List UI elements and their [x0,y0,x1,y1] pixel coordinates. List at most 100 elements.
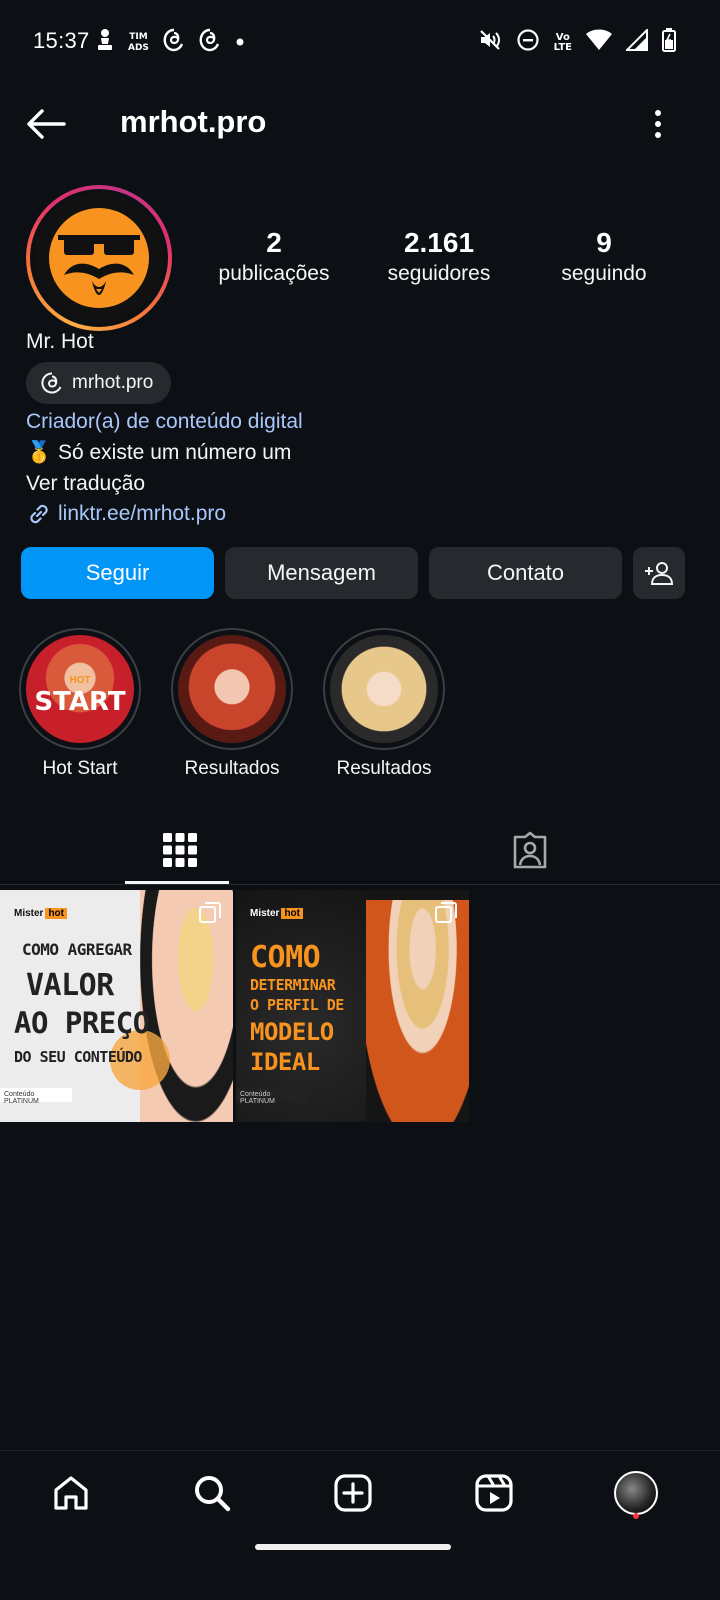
highlight-item[interactable]: HOT START Hot Start [18,628,142,780]
post-brand: Mister hot [14,908,67,919]
highlight-cover [178,635,286,743]
stat-posts-value: 2 [266,227,282,258]
stat-followers-value: 2.161 [403,227,475,258]
stat-following[interactable]: 9 seguindo [520,226,688,288]
stat-posts-label: publicações [218,262,330,285]
display-name: Mr. Hot [26,330,94,353]
profile-tabs [0,815,720,885]
see-translation-link[interactable]: Ver tradução [26,472,145,496]
highlight-overlay-text: START [34,687,126,717]
do-not-disturb-icon [516,28,540,57]
tagged-icon [513,831,547,869]
status-time: 15:37 [33,28,90,53]
link-icon [30,504,48,524]
nav-profile[interactable] [612,1469,660,1517]
carrier-ads-icon: TIM ADS [128,31,149,53]
threads-icon [41,372,62,394]
profile-bio: 🥇 Só existe um número um [26,441,292,464]
create-icon [334,1474,372,1512]
post-thumbnail[interactable]: Mister hot COMO AGREGAR VALOR AO PREÇO DO… [0,890,233,1122]
status-right-icons: Vo LTE [478,27,676,57]
volte-label-top: Vo [555,32,570,43]
profile-avatar[interactable] [26,185,172,331]
post-caption-line: DO SEU CONTEÚDO [14,1048,142,1066]
nav-home[interactable] [47,1469,95,1517]
search-icon [195,1476,231,1512]
nav-reels[interactable] [470,1469,518,1517]
threads-icon [163,28,185,57]
multiple-photos-icon [435,902,457,924]
more-vertical-icon [655,110,661,138]
wifi-icon [586,29,612,56]
highlight-item[interactable]: Resultados [170,628,294,780]
volte-icon: Vo LTE [553,32,572,53]
contact-button[interactable]: Contato [429,547,622,599]
stat-followers[interactable]: 2.161 seguidores [355,226,523,288]
mute-icon [478,28,502,57]
stat-posts[interactable]: 2 publicações [190,226,358,288]
tab-tagged[interactable] [350,815,710,885]
home-indicator[interactable] [255,1544,451,1550]
post-caption-line: COMO [250,940,321,975]
post-caption-line: MODELO [250,1018,334,1046]
highlight-cover: HOT START [26,635,134,743]
top-bar: mrhot.pro [0,92,720,156]
threads-icon [199,28,221,57]
grid-icon [163,833,197,867]
profile-link[interactable]: linktr.ee/mrhot.pro [26,501,226,527]
highlight-cover [330,635,438,743]
notification-dot [633,1513,639,1519]
dot-icon [235,34,245,52]
post-thumbnail[interactable]: Mister hot COMO DETERMINAR O PERFIL DE MO… [236,890,469,1122]
home-icon [54,1476,88,1510]
follow-button[interactable]: Seguir [21,547,214,599]
post-caption-line: COMO AGREGAR [22,940,132,959]
threads-handle: mrhot.pro [72,372,154,393]
threads-badge[interactable]: mrhot.pro [26,362,172,404]
page-title: mrhot.pro [120,104,267,139]
post-figure [140,890,233,1122]
stat-following-value: 9 [596,227,612,258]
post-footer-badge: Conteúdo PLATINUM [236,1088,308,1105]
post-caption-line: VALOR [26,968,114,1003]
signal-icon [624,27,648,56]
add-user-icon [645,562,673,585]
highlight-label: Resultados [184,758,280,779]
battery-charging-icon [662,28,676,57]
volte-label-bottom: LTE [553,42,572,53]
post-caption-line: O PERFIL DE [250,996,344,1014]
carrier-label-bottom: ADS [128,42,149,53]
carrier-label-top: TIM [129,31,148,42]
status-left-icons: TIM ADS [96,28,245,57]
reels-icon [475,1474,513,1512]
post-caption-line: AO PREÇO [14,1006,150,1040]
highlight-label: Hot Start [42,758,118,779]
status-bar: 15:37 TIM ADS Vo LTE [0,0,720,84]
chess-pawn-icon [96,28,114,57]
nav-create[interactable] [329,1469,377,1517]
bottom-navigation [0,1450,720,1600]
suggested-users-button[interactable] [633,547,685,599]
message-button[interactable]: Mensagem [225,547,418,599]
stat-followers-label: seguidores [387,262,491,285]
profile-category: Criador(a) de conteúdo digital [26,410,303,433]
nav-search[interactable] [188,1469,236,1517]
post-footer-badge: Conteúdo PLATINUM [0,1088,72,1105]
mustache-logo-icon [49,208,149,308]
arrow-left-icon [27,109,66,139]
post-caption-line: DETERMINAR [250,976,336,994]
active-tab-indicator [125,881,229,884]
back-button[interactable] [26,106,66,142]
post-figure [366,900,469,1122]
stat-following-label: seguindo [561,262,647,285]
highlight-item[interactable]: Resultados [322,628,446,780]
highlight-label: Resultados [336,758,432,779]
multiple-photos-icon [199,902,221,924]
highlight-overlay-small: HOT [69,675,91,686]
post-brand: Mister hot [250,908,303,919]
tab-posts-grid[interactable] [0,815,360,885]
profile-link-text: linktr.ee/mrhot.pro [58,502,227,525]
more-options-button[interactable] [646,108,670,140]
profile-stats: 2 publicações 2.161 seguidores 9 seguind… [190,226,690,296]
post-caption-line: IDEAL [250,1048,320,1076]
